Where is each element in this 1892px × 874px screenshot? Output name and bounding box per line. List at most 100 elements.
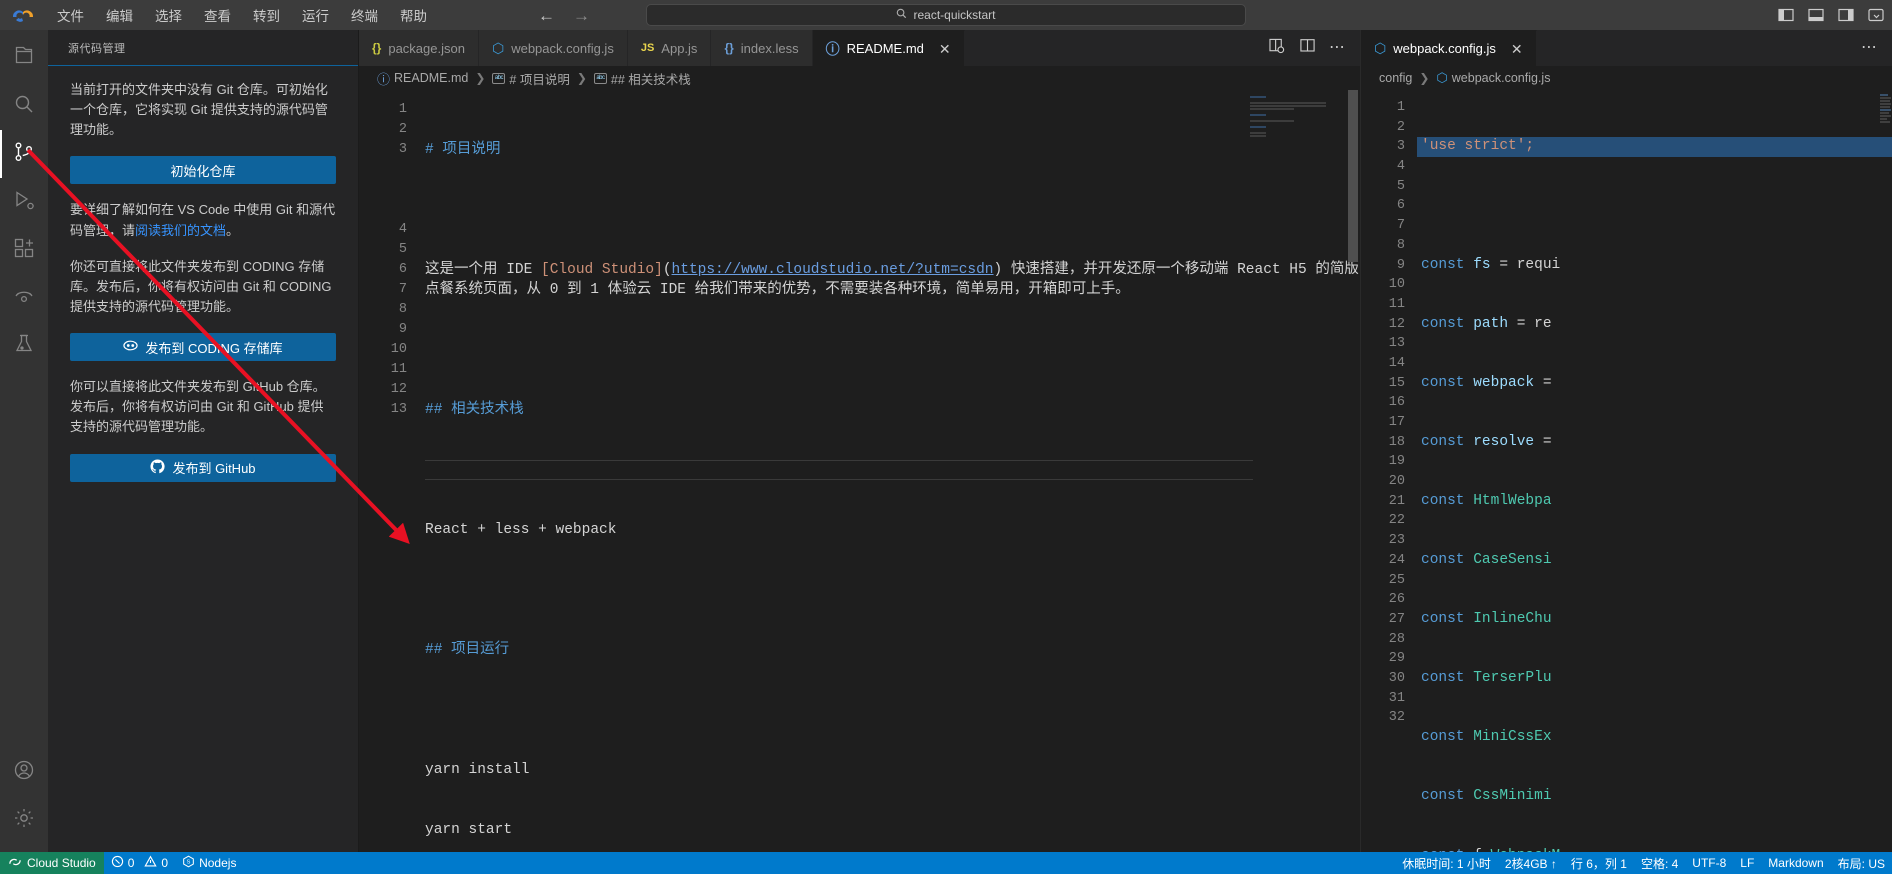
activity-item-explorer[interactable] <box>0 34 48 82</box>
close-icon[interactable]: ✕ <box>939 42 951 56</box>
tab-webpack-config-js-right[interactable]: ⬡ webpack.config.js ✕ <box>1361 30 1537 66</box>
menu-go[interactable]: 转到 <box>242 2 291 28</box>
line-number: 9 <box>398 322 407 337</box>
breadcrumb-label: webpack.config.js <box>1451 71 1551 85</box>
editor-vertical-scrollbar[interactable] <box>1346 90 1360 852</box>
beaker-icon <box>12 332 36 361</box>
menu-file[interactable]: 文件 <box>46 2 95 28</box>
activity-item-run-and-debug[interactable] <box>0 178 48 226</box>
toggle-secondary-sidebar-icon[interactable] <box>1837 8 1854 23</box>
editor-content-area[interactable]: 1 2 3 4 5 6 7 8 9 10 11 12 13 # 项目说明 这是一… <box>359 90 1360 852</box>
activity-item-accounts[interactable] <box>0 748 48 796</box>
breadcrumb-item-folder[interactable]: config <box>1379 71 1412 85</box>
activity-item-extensions[interactable] <box>0 226 48 274</box>
activity-item-test-explorer[interactable] <box>0 322 48 370</box>
init-repository-button[interactable]: 初始化仓库 <box>70 156 336 185</box>
back-arrow-icon[interactable]: ← <box>538 7 555 24</box>
menu-edit[interactable]: 编辑 <box>95 2 144 28</box>
tab-app-js[interactable]: JS App.js <box>627 30 712 66</box>
title-bar: 文件 编辑 选择 查看 转到 运行 终端 帮助 ← → react-quicks… <box>0 0 1892 30</box>
close-icon[interactable]: ✕ <box>1511 42 1523 56</box>
status-encoding[interactable]: UTF-8 <box>1685 852 1733 874</box>
status-machine-spec[interactable]: 2核4GB ↑ <box>1498 852 1564 874</box>
breadcrumb-item-file[interactable]: ⬡ webpack.config.js <box>1436 70 1550 86</box>
line-number: 20 <box>1388 474 1405 490</box>
line-number: 5 <box>1396 178 1405 194</box>
customize-layout-icon[interactable] <box>1867 8 1884 23</box>
status-problems[interactable]: 0 0 <box>104 852 175 874</box>
search-icon <box>896 8 907 22</box>
code-line: ## 相关技术栈 <box>425 402 524 418</box>
tab-index-less[interactable]: {} index.less <box>711 30 813 66</box>
command-center[interactable]: react-quickstart <box>646 4 1246 26</box>
line-number: 6 <box>398 262 407 277</box>
line-number: 3 <box>1396 139 1405 155</box>
activity-item-remote-explorer[interactable] <box>0 274 48 322</box>
js-icon: JS <box>640 42 655 54</box>
scm-doc-link[interactable]: 阅读我们的文档 <box>135 223 226 238</box>
status-cursor-position[interactable]: 行 6，列 1 <box>1564 852 1634 874</box>
paragraph-seg-url[interactable]: https://www.cloudstudio.net/?utm=csdn <box>672 262 994 278</box>
tab-package-json[interactable]: {} package.json <box>359 30 479 66</box>
publish-to-coding-label: 发布到 CODING 存储库 <box>145 340 283 356</box>
tab-readme-md[interactable]: ⓘ README.md ✕ <box>812 30 965 66</box>
files-icon <box>12 44 36 73</box>
breadcrumb-separator-icon: ❯ <box>1419 71 1430 85</box>
line-number: 10 <box>390 342 407 357</box>
breadcrumb-item-symbol-2[interactable]: abc ## 相关技术栈 <box>593 69 691 88</box>
split-editor-icon[interactable] <box>1299 38 1316 59</box>
source-control-icon <box>12 140 36 169</box>
right-code-text[interactable]: 'use strict'; const fs = requi const pat… <box>1417 90 1892 852</box>
toggle-primary-sidebar-icon[interactable] <box>1777 8 1794 23</box>
code-line: ## 项目运行 <box>425 642 510 658</box>
line-number: 13 <box>1388 336 1405 352</box>
more-actions-icon[interactable]: ⋯ <box>1329 40 1346 55</box>
code-token: 'use strict'; <box>1421 138 1535 155</box>
code-line-paragraph: 这是一个用 IDE [Cloud Studio](https://www.clo… <box>425 260 1360 300</box>
publish-to-coding-button[interactable]: 发布到 CODING 存储库 <box>70 333 336 362</box>
line-number: 2 <box>1396 119 1405 135</box>
forward-arrow-icon[interactable]: → <box>573 7 590 24</box>
line-number: 29 <box>1388 651 1405 667</box>
activity-item-manage[interactable] <box>0 796 48 844</box>
menu-help[interactable]: 帮助 <box>389 2 438 28</box>
line-number: 8 <box>398 302 407 317</box>
line-number: 14 <box>1388 355 1405 371</box>
scm-welcome-paragraph-3: 你还可直接将此文件夹发布到 CODING 存储库。发布后，你将有权访问由 Git… <box>70 258 332 314</box>
menu-selection[interactable]: 选择 <box>144 2 193 28</box>
more-actions-icon[interactable]: ⋯ <box>1861 40 1878 55</box>
code-text[interactable]: # 项目说明 这是一个用 IDE [Cloud Studio](https://… <box>421 90 1360 852</box>
right-editor-content-area[interactable]: 1 2 3 4 5 6 7 8 9 10 11 12 13 14 15 16 1 <box>1361 90 1892 852</box>
activity-item-source-control[interactable] <box>0 130 48 178</box>
line-number: 11 <box>1388 296 1405 312</box>
menu-terminal[interactable]: 终端 <box>340 2 389 28</box>
toggle-panel-icon[interactable] <box>1807 8 1824 23</box>
line-number: 25 <box>1388 572 1405 588</box>
tab-label: package.json <box>388 40 465 56</box>
tab-webpack-config-js[interactable]: ⬡ webpack.config.js <box>478 30 628 66</box>
breadcrumb-item-file[interactable]: ⓘ README.md <box>377 69 468 88</box>
status-eol[interactable]: LF <box>1733 852 1761 874</box>
status-runtime[interactable]: S Nodejs <box>175 852 243 874</box>
menu-run[interactable]: 运行 <box>291 2 340 28</box>
paragraph-seg-linktext: [Cloud Studio] <box>541 262 663 278</box>
menu-view[interactable]: 查看 <box>193 2 242 28</box>
folding-ruler <box>425 460 1253 461</box>
debug-icon <box>12 188 36 217</box>
status-hibernate-time[interactable]: 休眠时间: 1 小时 <box>1395 852 1498 874</box>
line-number: 21 <box>1388 493 1405 509</box>
split-editor-search-icon[interactable] <box>1269 38 1286 59</box>
status-indentation[interactable]: 空格: 4 <box>1634 852 1685 874</box>
status-language-mode[interactable]: Markdown <box>1761 852 1830 874</box>
status-layout-mode[interactable]: 布局: US <box>1831 852 1892 874</box>
status-remote-indicator[interactable]: Cloud Studio <box>0 852 104 874</box>
status-remote-label: Cloud Studio <box>27 856 96 870</box>
breadcrumb-item-symbol-1[interactable]: abc # 项目说明 <box>492 69 570 88</box>
publish-to-github-button[interactable]: 发布到 GitHub <box>70 453 336 482</box>
right-line-number-gutter: 1 2 3 4 5 6 7 8 9 10 11 12 13 14 15 16 1 <box>1361 90 1417 852</box>
primary-sidebar: 源代码管理 当前打开的文件夹中没有 Git 仓库。可初始化一个仓库，它将实现 G… <box>48 30 359 852</box>
scrollbar-thumb[interactable] <box>1348 90 1358 262</box>
code-line: # 项目说明 <box>425 142 501 158</box>
activity-item-search[interactable] <box>0 82 48 130</box>
